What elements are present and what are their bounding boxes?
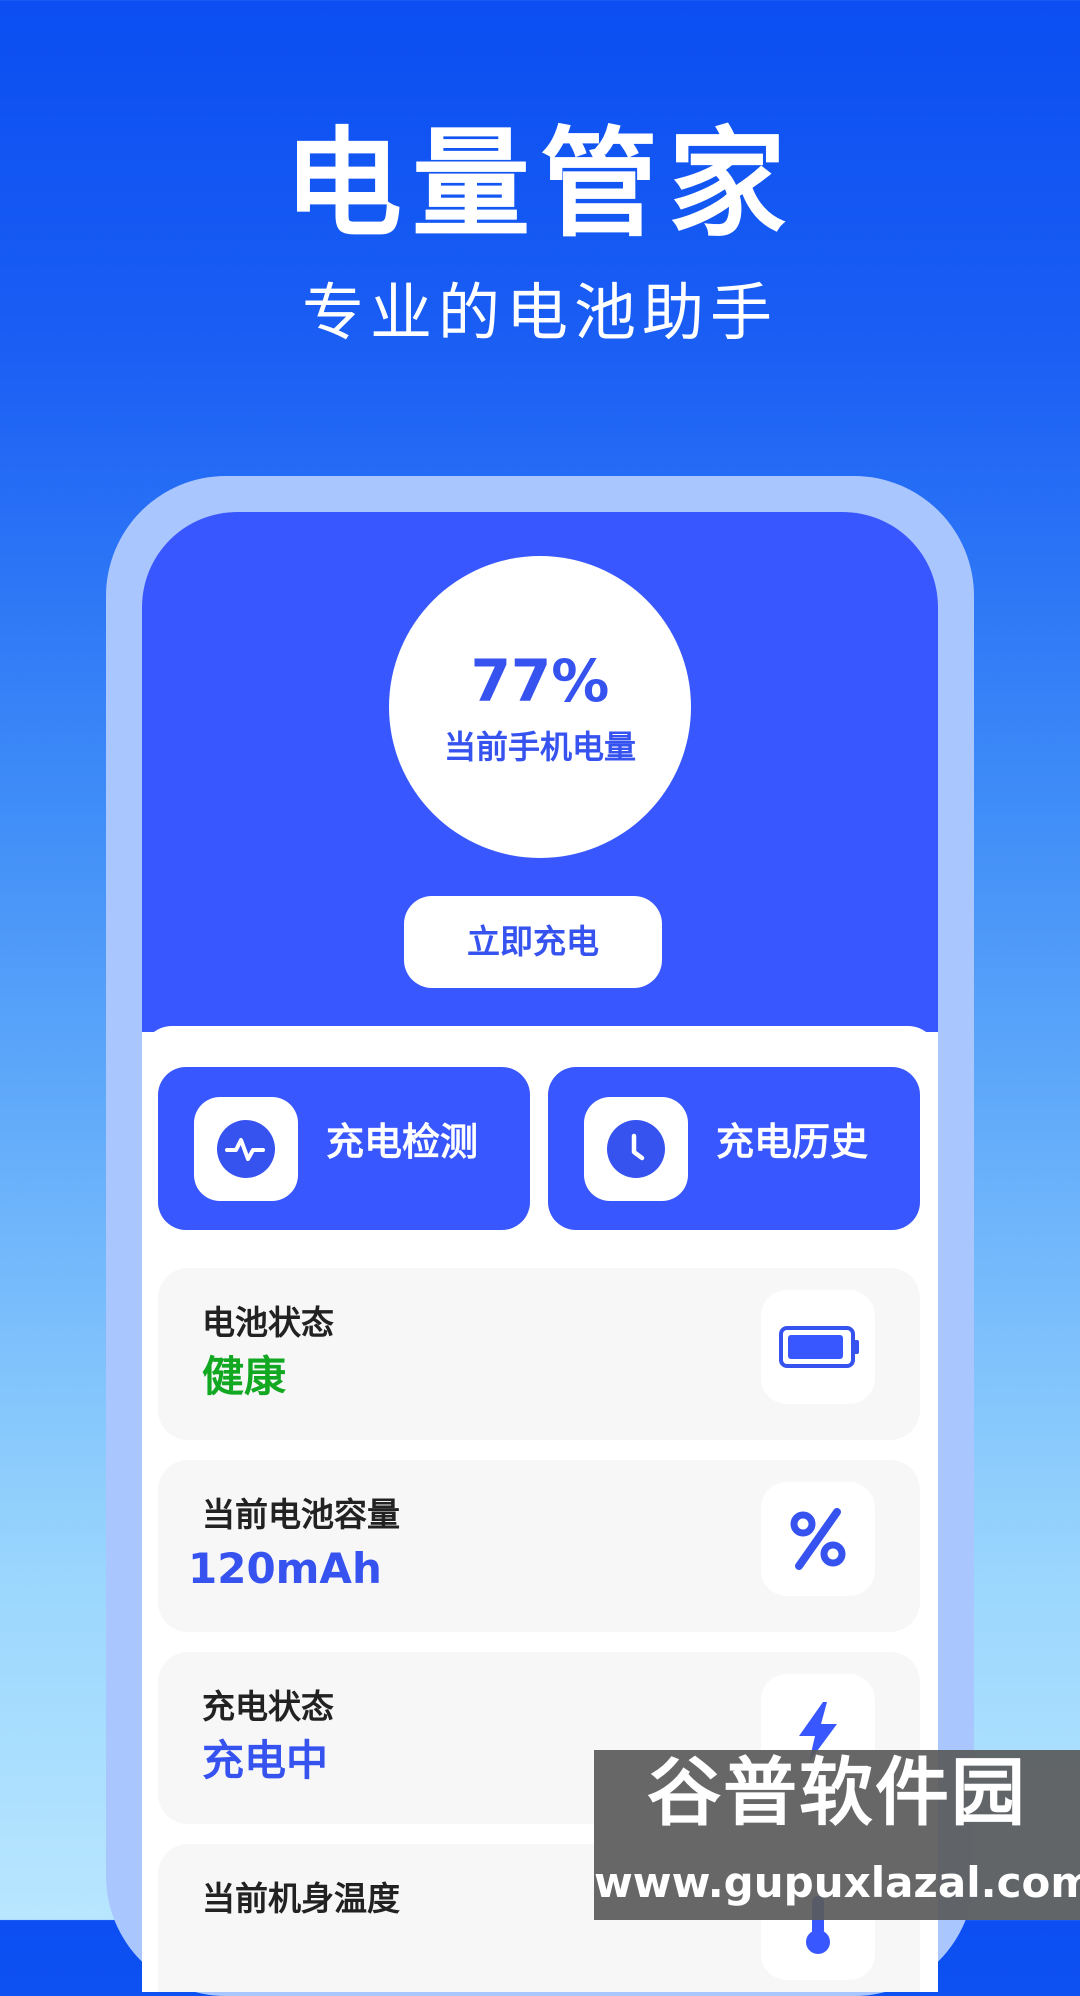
charge-detect-button[interactable]: 充电检测 [158, 1067, 530, 1230]
charging-status-label: 充电状态 [202, 1687, 334, 1726]
battery-icon [779, 1326, 859, 1368]
charge-detect-icon-box [194, 1097, 298, 1201]
battery-percent: 77% [470, 647, 610, 715]
charge-detect-label: 充电检测 [326, 1120, 479, 1164]
watermark-logo-text: 谷普软件园 [647, 1750, 1027, 1836]
battery-capacity-label: 当前电池容量 [202, 1495, 400, 1534]
battery-capacity-card: 当前电池容量 120mAh [158, 1460, 920, 1632]
hero-title: 电量管家 [283, 115, 796, 253]
charging-status-value: 充电中 [202, 1736, 329, 1785]
charge-history-icon-box [584, 1097, 688, 1201]
percent-icon [790, 1508, 846, 1570]
battery-caption: 当前手机电量 [443, 728, 636, 766]
body-temperature-label: 当前机身温度 [202, 1879, 400, 1918]
hero-subtitle: 专业的电池助手 [301, 276, 778, 349]
battery-status-card: 电池状态 健康 [158, 1268, 920, 1440]
charge-now-button[interactable]: 立即充电 [404, 896, 662, 988]
battery-capacity-value: 120mAh [188, 1544, 382, 1593]
battery-icon-box [761, 1290, 875, 1404]
watermark-url: www.gupuxlazal.com [594, 1858, 1080, 1907]
charge-history-button[interactable]: 充电历史 [548, 1067, 920, 1230]
heartbeat-icon [217, 1120, 275, 1178]
battery-header-panel: 77% 当前手机电量 立即充电 [142, 512, 938, 1032]
watermark-banner: 谷普软件园 www.gupuxlazal.com [594, 1750, 1080, 1920]
battery-level-circle: 77% 当前手机电量 [389, 556, 691, 858]
battery-status-label: 电池状态 [202, 1303, 334, 1342]
charge-history-label: 充电历史 [716, 1120, 869, 1164]
battery-status-value: 健康 [202, 1352, 287, 1401]
percent-icon-box [761, 1482, 875, 1596]
clock-icon [607, 1120, 665, 1178]
